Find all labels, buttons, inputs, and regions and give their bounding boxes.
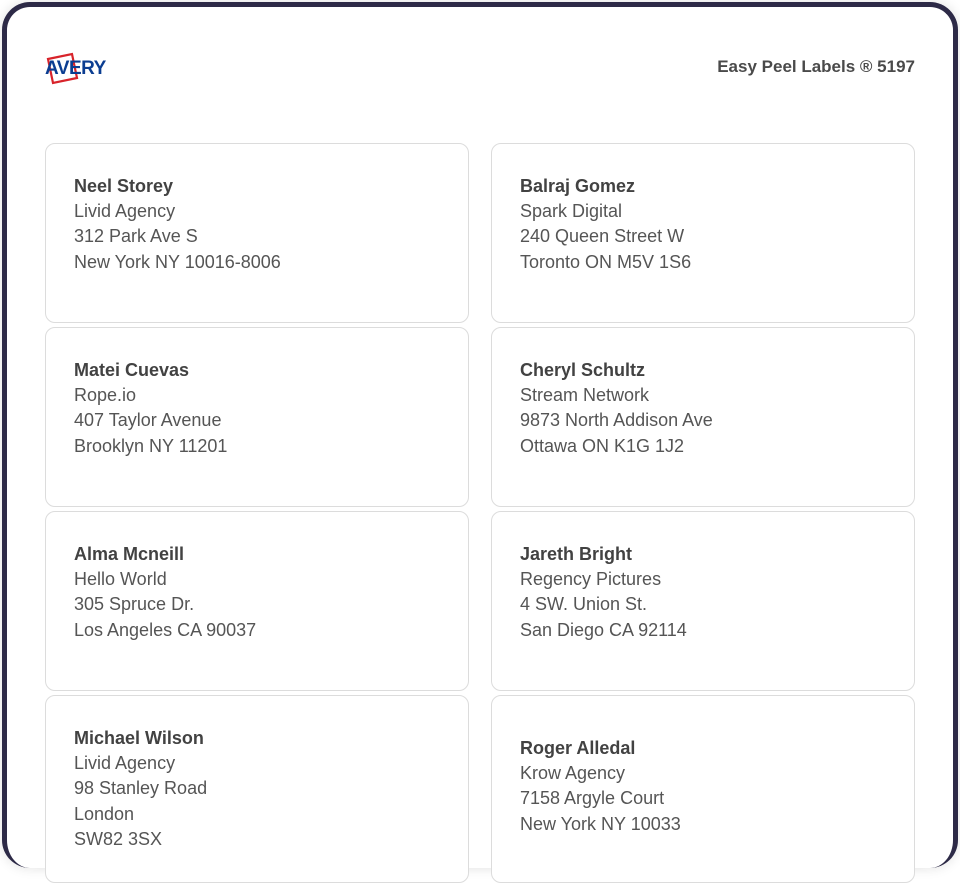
label-sheet: AVERY Easy Peel Labels ® 5197 Neel Store… xyxy=(2,2,958,868)
recipient-name: Neel Storey xyxy=(74,174,440,199)
avery-logo: AVERY xyxy=(45,47,140,87)
recipient-name: Matei Cuevas xyxy=(74,358,440,383)
address-label: Roger Alledal Krow Agency 7158 Argyle Co… xyxy=(491,695,915,883)
recipient-street: 240 Queen Street W xyxy=(520,224,886,249)
labels-grid: Neel Storey Livid Agency 312 Park Ave S … xyxy=(45,143,915,883)
recipient-street: 305 Spruce Dr. xyxy=(74,592,440,617)
recipient-street: 312 Park Ave S xyxy=(74,224,440,249)
recipient-city: London xyxy=(74,802,440,827)
recipient-city: Los Angeles CA 90037 xyxy=(74,618,440,643)
recipient-company: Livid Agency xyxy=(74,199,440,224)
recipient-city: Ottawa ON K1G 1J2 xyxy=(520,434,886,459)
recipient-name: Alma Mcneill xyxy=(74,542,440,567)
recipient-name: Roger Alledal xyxy=(520,736,886,761)
recipient-street: 9873 North Addison Ave xyxy=(520,408,886,433)
recipient-street: 4 SW. Union St. xyxy=(520,592,886,617)
recipient-name: Jareth Bright xyxy=(520,542,886,567)
recipient-company: Regency Pictures xyxy=(520,567,886,592)
product-label: Easy Peel Labels ® 5197 xyxy=(717,57,915,77)
recipient-name: Michael Wilson xyxy=(74,726,440,751)
recipient-street: 7158 Argyle Court xyxy=(520,786,886,811)
recipient-street: 407 Taylor Avenue xyxy=(74,408,440,433)
recipient-company: Stream Network xyxy=(520,383,886,408)
recipient-city: New York NY 10033 xyxy=(520,812,886,837)
address-label: Matei Cuevas Rope.io 407 Taylor Avenue B… xyxy=(45,327,469,507)
recipient-company: Hello World xyxy=(74,567,440,592)
recipient-street: 98 Stanley Road xyxy=(74,776,440,801)
address-label: Balraj Gomez Spark Digital 240 Queen Str… xyxy=(491,143,915,323)
recipient-company: Krow Agency xyxy=(520,761,886,786)
address-label: Neel Storey Livid Agency 312 Park Ave S … xyxy=(45,143,469,323)
address-label: Michael Wilson Livid Agency 98 Stanley R… xyxy=(45,695,469,883)
svg-text:AVERY: AVERY xyxy=(45,58,107,79)
address-label: Alma Mcneill Hello World 305 Spruce Dr. … xyxy=(45,511,469,691)
recipient-name: Cheryl Schultz xyxy=(520,358,886,383)
recipient-company: Spark Digital xyxy=(520,199,886,224)
header: AVERY Easy Peel Labels ® 5197 xyxy=(45,47,915,87)
recipient-company: Rope.io xyxy=(74,383,440,408)
address-label: Jareth Bright Regency Pictures 4 SW. Uni… xyxy=(491,511,915,691)
recipient-city: San Diego CA 92114 xyxy=(520,618,886,643)
recipient-city: Brooklyn NY 11201 xyxy=(74,434,440,459)
address-label: Cheryl Schultz Stream Network 9873 North… xyxy=(491,327,915,507)
recipient-extra: SW82 3SX xyxy=(74,827,440,852)
recipient-company: Livid Agency xyxy=(74,751,440,776)
recipient-city: Toronto ON M5V 1S6 xyxy=(520,250,886,275)
recipient-city: New York NY 10016-8006 xyxy=(74,250,440,275)
recipient-name: Balraj Gomez xyxy=(520,174,886,199)
